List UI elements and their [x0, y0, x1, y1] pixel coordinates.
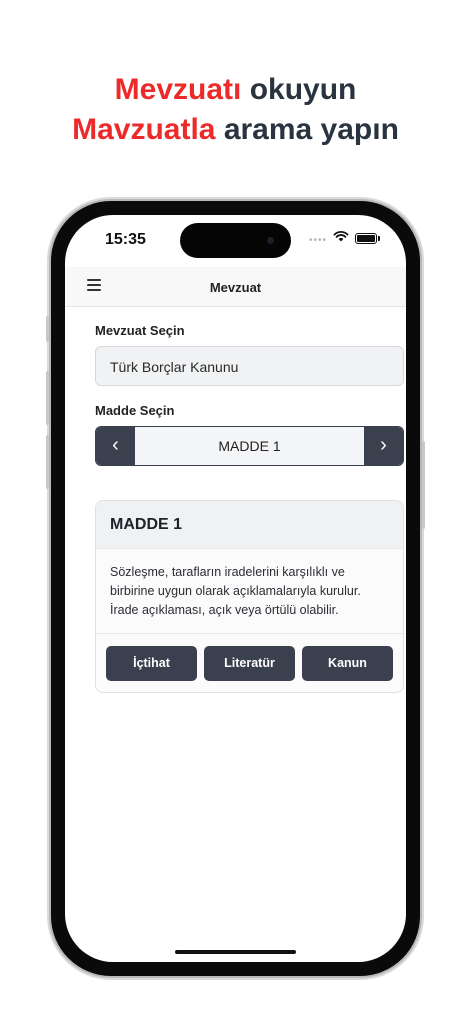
volume-down-button: [46, 435, 49, 489]
wifi-icon: [333, 230, 349, 242]
promo-headline: Mevzuatı okuyun Mavzuatla arama yapın: [0, 70, 471, 150]
chevron-right-icon: ›: [380, 434, 387, 456]
headline-rest-2: arama yapın: [223, 113, 399, 146]
status-bar: 15:35 ••••: [65, 215, 406, 267]
battery-icon: [355, 233, 380, 244]
power-button: [422, 441, 425, 529]
phone-frame: 15:35 •••• Mevzuat Mevzuat Seçin Türk Bo…: [46, 201, 425, 976]
headline-rest-1: okuyun: [249, 73, 357, 106]
law-select[interactable]: Türk Borçlar Kanunu: [95, 346, 404, 386]
ictihat-button[interactable]: İçtihat: [106, 646, 197, 681]
headline-accent-2: Mavzuatla: [72, 113, 216, 146]
app-navbar: Mevzuat: [65, 267, 406, 307]
volume-up-button: [46, 371, 49, 425]
signal-icon: ••••: [309, 235, 328, 246]
headline-line-1: Mevzuatı okuyun: [0, 70, 471, 110]
headline-line-2: Mavzuatla arama yapın: [0, 110, 471, 150]
article-value: MADDE 1: [218, 438, 281, 454]
phone-screen: 15:35 •••• Mevzuat Mevzuat Seçin Türk Bo…: [65, 215, 406, 962]
article-card-title: MADDE 1: [96, 501, 403, 549]
kanun-button[interactable]: Kanun: [302, 646, 393, 681]
dynamic-island: [180, 223, 291, 258]
chevron-left-icon: ‹: [112, 434, 119, 456]
article-select-label: Madde Seçin: [95, 403, 175, 418]
article-card-text: Sözleşme, tarafların iradelerini karşılı…: [110, 565, 361, 617]
home-indicator[interactable]: [175, 950, 296, 954]
page-title: Mevzuat: [209, 280, 262, 295]
article-card-actions: İçtihat Literatür Kanun: [96, 633, 403, 692]
article-stepper: ‹ MADDE 1 ›: [95, 426, 404, 466]
literatur-button[interactable]: Literatür: [204, 646, 295, 681]
law-select-label: Mevzuat Seçin: [95, 323, 185, 338]
status-time: 15:35: [105, 231, 146, 248]
article-card: MADDE 1 Sözleşme, tarafların iradelerini…: [95, 500, 404, 693]
next-article-button[interactable]: ›: [364, 427, 403, 465]
headline-accent-1: Mevzuatı: [114, 73, 242, 106]
law-select-value: Türk Borçlar Kanunu: [110, 359, 239, 375]
prev-article-button[interactable]: ‹: [96, 427, 135, 465]
silent-switch: [46, 316, 49, 342]
